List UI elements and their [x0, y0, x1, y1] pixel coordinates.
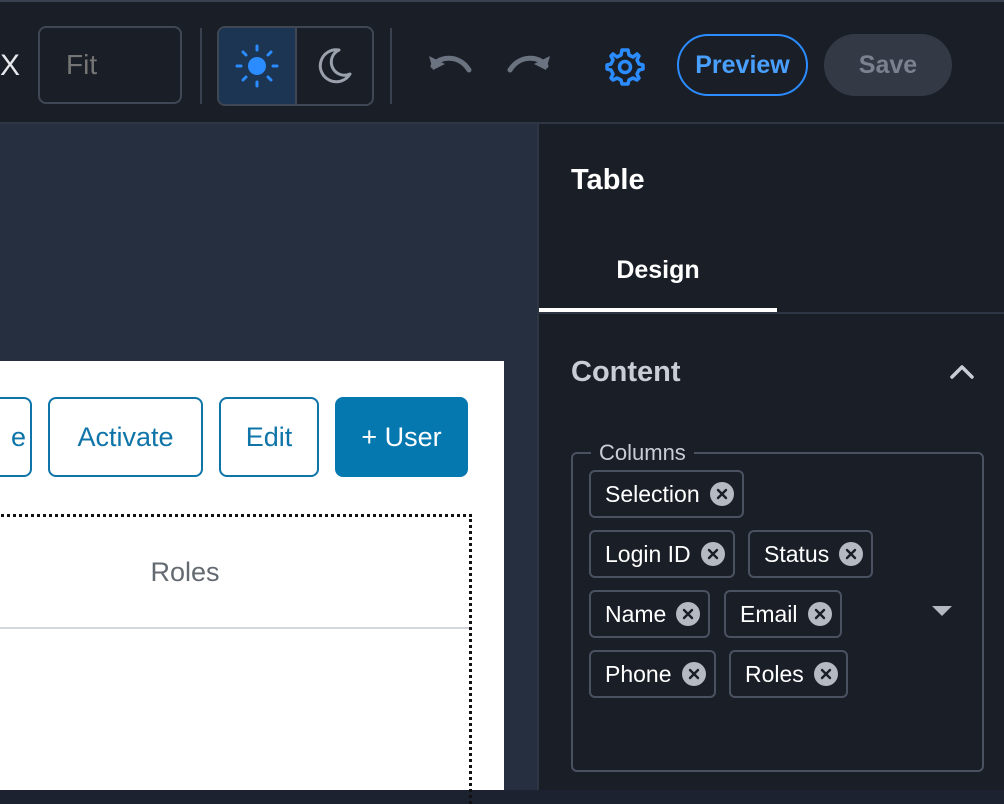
column-chip-roles: Roles: [729, 650, 848, 698]
column-chip-email: Email: [724, 590, 842, 638]
chip-label: Email: [740, 600, 798, 627]
toolbar-divider: [390, 28, 392, 104]
columns-multiselect[interactable]: Columns Selection Login ID Status Name E…: [571, 440, 984, 772]
undo-icon: [429, 55, 472, 73]
close-icon: [820, 668, 832, 680]
close-icon: [846, 548, 857, 560]
selected-table[interactable]: Roles: [0, 514, 472, 804]
zoom-input[interactable]: [38, 26, 182, 104]
tab-divider: [539, 312, 1004, 314]
chip-label: Roles: [745, 660, 804, 687]
sun-icon: [235, 44, 279, 88]
remove-chip-button[interactable]: [709, 482, 734, 506]
settings-button[interactable]: [602, 44, 648, 90]
chip-label: Selection: [605, 480, 700, 507]
close-icon: [716, 488, 727, 500]
close-icon: [814, 608, 825, 620]
close-icon: [688, 668, 699, 680]
chip-label: Status: [764, 540, 830, 567]
remove-chip-button[interactable]: [807, 602, 832, 626]
chip-label: Login ID: [605, 540, 691, 567]
columns-dropdown-toggle[interactable]: [931, 604, 953, 623]
design-canvas: e Activate Edit + User Roles: [0, 124, 537, 804]
column-chip-status: Status: [748, 530, 874, 578]
column-chip-name: Name: [589, 590, 711, 638]
properties-panel: Table Design Content Columns Selection L…: [537, 124, 1004, 790]
activate-button[interactable]: Activate: [48, 397, 203, 477]
edit-button[interactable]: Edit: [219, 397, 319, 477]
close-icon: [683, 608, 694, 620]
toolbar-divider: [200, 28, 202, 104]
caret-down-icon: [932, 606, 952, 616]
top-toolbar: X Fit Preview Save: [0, 0, 1004, 124]
moon-icon: [319, 48, 352, 84]
tab-design[interactable]: Design: [539, 228, 777, 312]
users-table-card: e Activate Edit + User Roles: [0, 361, 504, 804]
remove-chip-button[interactable]: [839, 542, 864, 566]
remove-chip-button[interactable]: [676, 602, 701, 626]
columns-label: Columns: [591, 440, 694, 466]
chip-label: Phone: [605, 660, 672, 687]
chevron-up-icon: [950, 365, 974, 379]
redo-button[interactable]: [505, 44, 555, 88]
add-user-button[interactable]: + User: [335, 397, 468, 477]
redo-icon: [507, 55, 550, 73]
header-divider: [0, 627, 469, 629]
zoom-prefix: X: [0, 49, 21, 82]
column-chip-phone: Phone: [589, 650, 716, 698]
remove-chip-button[interactable]: [681, 662, 706, 686]
column-chip-login-id: Login ID: [589, 530, 735, 578]
column-header-roles[interactable]: Roles: [0, 517, 371, 627]
remove-chip-button[interactable]: [813, 662, 838, 686]
content-section-title[interactable]: Content: [571, 356, 681, 389]
dark-theme-button[interactable]: [294, 28, 373, 104]
save-button[interactable]: Save: [824, 34, 952, 96]
remove-chip-button[interactable]: [700, 542, 725, 566]
collapse-section-button[interactable]: [947, 356, 977, 391]
gear-icon: [605, 48, 645, 86]
light-theme-button[interactable]: [219, 28, 295, 104]
truncated-button[interactable]: e: [0, 397, 32, 477]
preview-button[interactable]: Preview: [677, 34, 808, 96]
chip-label: Name: [605, 600, 667, 627]
panel-title: Table: [571, 164, 645, 196]
undo-button[interactable]: [424, 44, 474, 88]
theme-toggle: [217, 26, 374, 106]
close-icon: [707, 548, 718, 560]
column-chip-selection: Selection: [589, 470, 744, 518]
